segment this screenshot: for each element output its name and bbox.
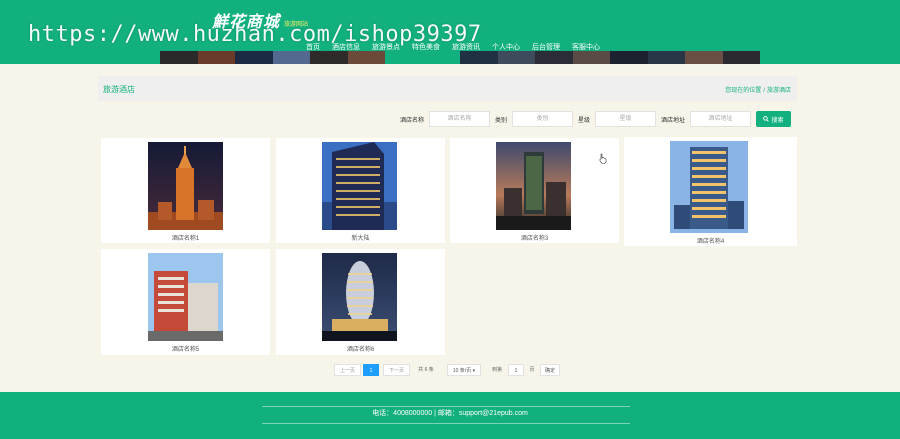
nav-item-food[interactable]: 特色美食 [412, 42, 440, 52]
hotel-card[interactable]: 酒店名称1 [101, 138, 270, 243]
hotel-photo [322, 142, 397, 230]
footer-contact: 电话：4008000000 | 邮箱：support@21epub.com [372, 410, 528, 417]
category-label: 类别 [495, 118, 508, 124]
hotel-name[interactable]: 酒店名称5 [101, 344, 270, 353]
hotel-name[interactable]: 新大陆 [276, 233, 445, 242]
logo-text: 鮮花商城 [212, 12, 281, 31]
breadcrumb-location-label[interactable]: 您现在的位置 [725, 88, 761, 94]
goto-label: 到第 [491, 367, 502, 373]
hotel-photo [670, 141, 748, 233]
page-1-button[interactable]: 1 [363, 364, 379, 376]
hotel-card[interactable]: 酒店名称6 [276, 249, 445, 355]
nav-item-home[interactable]: 首页 [306, 42, 320, 52]
footer-divider [262, 406, 630, 407]
hotel-name[interactable]: 酒店名称1 [101, 233, 270, 242]
prev-page-button[interactable]: 上一页 [334, 364, 361, 376]
hotel-photo [496, 142, 571, 230]
main-nav: 首页 酒店信息 旅游景点 特色美食 旅游资讯 个人中心 后台管理 客服中心 [306, 42, 600, 52]
nav-item-news[interactable]: 旅游资讯 [452, 42, 480, 52]
category-input[interactable]: 类别 [512, 111, 573, 127]
page-size-select[interactable]: 10 条/页 ▾ [447, 364, 481, 376]
hotel-address-label: 酒店地址 [661, 118, 686, 124]
site-footer: 电话：4008000000 | 邮箱：support@21epub.com [0, 392, 900, 439]
breadcrumb: 您现在的位置 / 旅游酒店 [723, 85, 791, 94]
next-page-button[interactable]: 下一页 [383, 364, 410, 376]
page-size-value: 10 条/页 [452, 368, 472, 374]
search-button[interactable]: 搜索 [756, 111, 791, 127]
site-header: 鮮花商城 旅游网站 首页 酒店信息 旅游景点 特色美食 旅游资讯 个人中心 后台… [0, 0, 900, 64]
goto-confirm-button[interactable]: 确定 [540, 364, 560, 376]
hotel-name-input[interactable]: 酒店名称 [429, 111, 490, 127]
search-button-label: 搜索 [771, 117, 784, 124]
nav-item-admin[interactable]: 后台管理 [532, 42, 560, 52]
nav-item-attractions[interactable]: 旅游景点 [372, 42, 400, 52]
logo-subtitle: 旅游网站 [284, 22, 309, 28]
pagination: 上一页 1 下一页 共 6 条 10 条/页 ▾ 到第 1 页 确定 [0, 364, 900, 376]
breadcrumb-separator: / [763, 88, 765, 94]
page-unit-label: 页 [529, 367, 535, 373]
hotel-card[interactable]: 新大陆 [276, 138, 445, 243]
header-banner-image [160, 51, 760, 64]
hotel-photo [148, 142, 223, 230]
footer-divider [262, 423, 630, 424]
hotel-card[interactable]: 酒店名称4 [624, 137, 797, 246]
hotel-name-label: 酒店名称 [400, 118, 425, 124]
hand-cursor-icon [599, 153, 607, 164]
breadcrumb-current[interactable]: 旅游酒店 [767, 88, 791, 94]
hotel-name[interactable]: 酒店名称4 [624, 236, 797, 245]
page-title: 旅游酒店 [103, 85, 135, 94]
nav-item-hotels[interactable]: 酒店信息 [332, 42, 360, 52]
star-label: 星级 [578, 118, 591, 124]
chevron-down-icon: ▾ [472, 368, 476, 374]
search-form: 酒店名称 酒店名称 类别 类别 星级 星级 酒店地址 酒店地址 搜索 [0, 111, 900, 127]
site-logo[interactable]: 鮮花商城 旅游网站 [212, 8, 308, 32]
star-input[interactable]: 星级 [595, 111, 656, 127]
search-icon [763, 116, 770, 122]
nav-item-profile[interactable]: 个人中心 [492, 42, 520, 52]
hotel-card[interactable]: 酒店名称5 [101, 249, 270, 355]
hotel-photo [148, 253, 223, 341]
hotel-address-input[interactable]: 酒店地址 [690, 111, 751, 127]
total-count: 共 6 条 [418, 367, 434, 373]
breadcrumb-bar: 旅游酒店 您现在的位置 / 旅游酒店 [98, 76, 797, 101]
goto-page-input[interactable]: 1 [508, 364, 524, 376]
hotel-name[interactable]: 酒店名称3 [450, 233, 619, 242]
hotel-card[interactable]: 酒店名称3 [450, 138, 619, 243]
hotel-name[interactable]: 酒店名称6 [276, 344, 445, 353]
nav-item-service[interactable]: 客服中心 [572, 42, 600, 52]
hotel-photo [322, 253, 397, 341]
